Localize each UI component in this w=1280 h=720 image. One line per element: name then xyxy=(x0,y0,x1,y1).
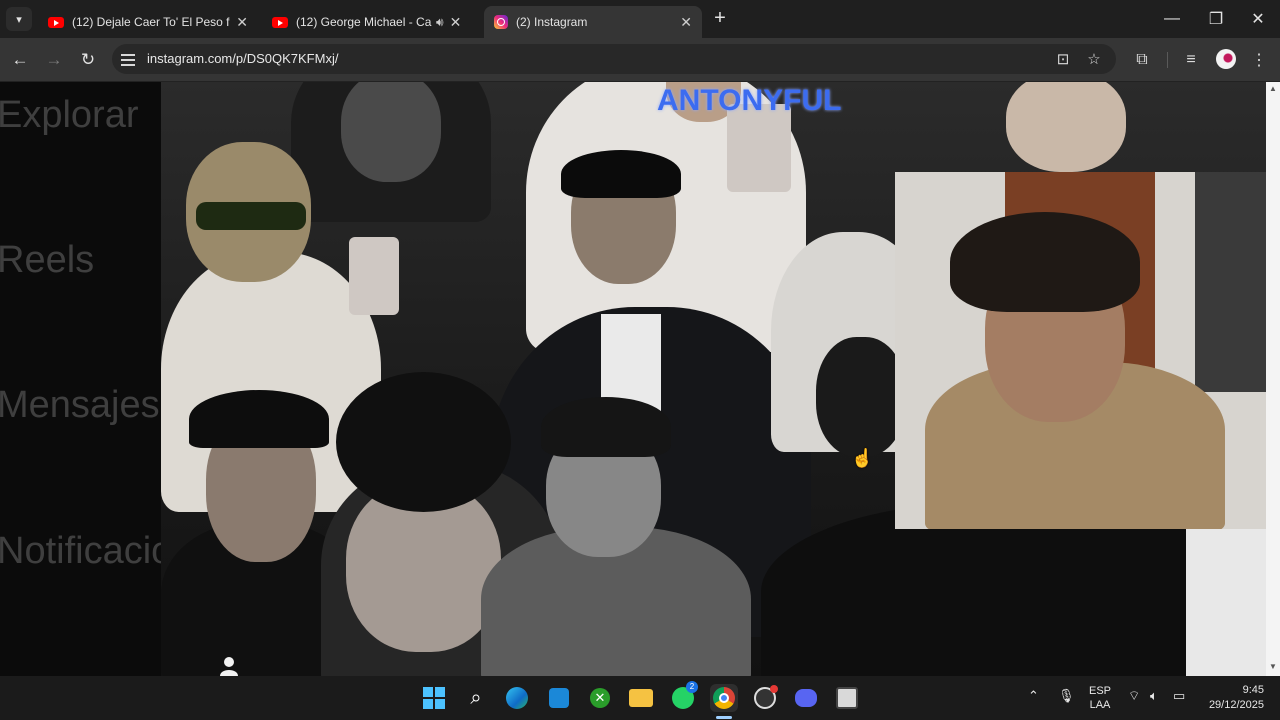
language-bottom: LAA xyxy=(1089,699,1111,711)
sidebar-item-explorar[interactable]: Explorar xyxy=(0,94,139,137)
photo-sunglasses xyxy=(196,202,306,230)
media-control-icon[interactable]: ≡ xyxy=(1178,47,1204,73)
tab-youtube-2[interactable]: (12) George Michael - Careless 🔊︎ ✕ xyxy=(262,6,482,38)
search-icon[interactable]: ⌕ xyxy=(462,684,490,712)
post-overlay-text: ANTONYFUL xyxy=(657,84,842,117)
store-icon[interactable] xyxy=(545,684,573,712)
webcam-hair xyxy=(950,212,1140,312)
close-icon[interactable]: ✕ xyxy=(680,14,692,31)
url-text[interactable]: instagram.com/p/DS0QK7KFMxj/ xyxy=(147,51,338,66)
new-tab-button[interactable]: + xyxy=(708,8,732,30)
photo-phone xyxy=(349,237,399,315)
language-top: ESP xyxy=(1088,685,1111,697)
minimize-button[interactable]: — xyxy=(1152,6,1192,32)
page-scrollbar[interactable]: ▲ ▼ xyxy=(1266,82,1280,676)
edge-icon[interactable] xyxy=(503,684,531,712)
close-icon[interactable]: ✕ xyxy=(450,14,462,31)
tab-title: (12) George Michael - Careless xyxy=(296,15,432,29)
toolbar-divider xyxy=(1167,52,1168,68)
extensions-icon[interactable]: ⧉ xyxy=(1129,47,1155,73)
reload-button[interactable]: ↻ xyxy=(74,46,102,74)
back-button[interactable]: ← xyxy=(6,46,34,74)
gta-icon[interactable] xyxy=(833,684,861,712)
photo-cap xyxy=(189,390,329,448)
photo-face xyxy=(816,337,906,457)
chevron-up-icon[interactable]: ⌃ xyxy=(1028,688,1039,704)
instagram-sidebar: Explorar Reels Mensajes Notificaciones xyxy=(0,82,161,676)
system-clock[interactable]: 9:45 29/12/2025 xyxy=(1196,683,1264,713)
windows-start-icon[interactable] xyxy=(420,684,448,712)
language-indicator[interactable]: ESP LAA xyxy=(1086,684,1114,712)
photo-face xyxy=(1006,82,1126,172)
scroll-down-icon[interactable]: ▼ xyxy=(1268,662,1278,672)
tab-search-button[interactable]: ▾ xyxy=(6,7,32,31)
youtube-icon xyxy=(48,16,64,28)
instagram-icon xyxy=(494,15,508,29)
photo-face xyxy=(341,82,441,182)
volume-icon[interactable]: 🔈︎ xyxy=(1150,688,1158,704)
tab-bar: ▾ (12) Dejale Caer To' El Peso feat ✕ (1… xyxy=(0,0,1280,38)
tab-title: (2) Instagram xyxy=(516,15,588,29)
menu-kebab-icon[interactable]: ⋮ xyxy=(1246,47,1272,73)
profile-avatar[interactable] xyxy=(1216,49,1236,69)
discord-icon[interactable] xyxy=(792,684,820,712)
browser-toolbar: ← → ↻ instagram.com/p/DS0QK7KFMxj/ ⊡ ☆ ⧉… xyxy=(0,38,1280,82)
scroll-up-icon[interactable]: ▲ xyxy=(1268,84,1278,94)
photo-hair xyxy=(561,150,681,198)
sidebar-item-reels[interactable]: Reels xyxy=(0,239,94,282)
user-icon[interactable] xyxy=(219,656,239,676)
file-explorer-icon[interactable] xyxy=(627,684,655,712)
clock-time: 9:45 xyxy=(1242,684,1264,696)
photo-hair xyxy=(336,372,511,512)
speaker-icon[interactable]: 🔊︎ xyxy=(436,15,444,30)
restore-button[interactable]: ❐ xyxy=(1196,6,1236,32)
windows-taskbar: ⌕ ✕ 2 ⌃ 🎙︎ ESP LAA ⌔ 🔈︎ ▭ 9:45 29/12/202… xyxy=(0,676,1280,720)
battery-icon[interactable]: ▭ xyxy=(1173,688,1185,704)
wifi-icon[interactable]: ⌔ xyxy=(1128,688,1140,704)
forward-button[interactable]: → xyxy=(40,46,68,74)
address-bar[interactable]: instagram.com/p/DS0QK7KFMxj/ ⊡ ☆ xyxy=(112,44,1116,74)
site-info-icon[interactable] xyxy=(121,51,135,67)
sidebar-item-notificaciones[interactable]: Notificaciones xyxy=(0,530,161,573)
photo-hair xyxy=(541,397,671,457)
youtube-icon xyxy=(272,16,288,28)
whatsapp-badge: 2 xyxy=(686,681,698,693)
install-app-icon[interactable]: ⊡ xyxy=(1052,48,1074,70)
xbox-icon[interactable]: ✕ xyxy=(586,684,614,712)
active-app-indicator xyxy=(716,716,732,719)
obs-icon[interactable] xyxy=(751,684,779,712)
sidebar-item-mensajes[interactable]: Mensajes xyxy=(0,384,160,427)
tab-instagram[interactable]: (2) Instagram ✕ xyxy=(484,6,702,38)
hand-cursor-icon: ☝ xyxy=(851,448,874,468)
tab-youtube-1[interactable]: (12) Dejale Caer To' El Peso feat ✕ xyxy=(38,6,258,38)
close-icon[interactable]: ✕ xyxy=(236,14,248,31)
close-window-button[interactable]: ✕ xyxy=(1238,6,1278,32)
photo-shirt xyxy=(1186,527,1266,676)
tab-title: (12) Dejale Caer To' El Peso feat xyxy=(72,15,231,29)
bookmark-star-icon[interactable]: ☆ xyxy=(1083,48,1105,70)
chrome-icon[interactable] xyxy=(710,684,738,712)
webcam-overlay xyxy=(895,172,1280,529)
clock-date: 29/12/2025 xyxy=(1208,699,1264,711)
microphone-icon[interactable]: 🎙︎ xyxy=(1058,688,1075,704)
